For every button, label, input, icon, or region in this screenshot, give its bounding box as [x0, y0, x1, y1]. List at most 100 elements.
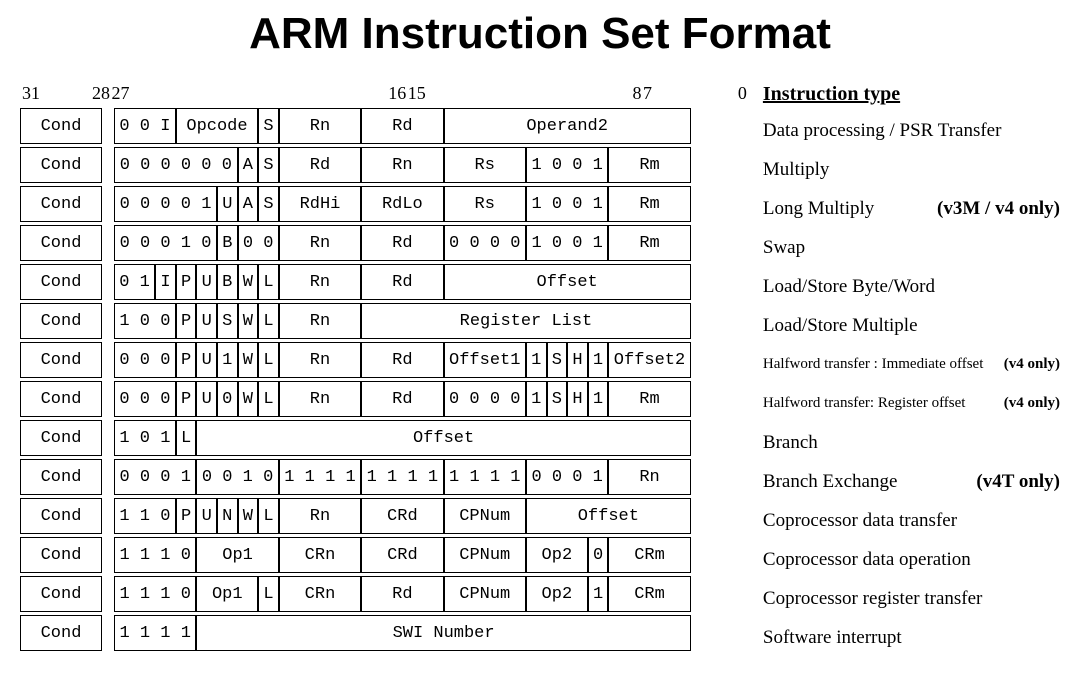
field-cell: 1: [588, 342, 609, 378]
field-cell: W: [238, 303, 259, 339]
field-cell: Opcode: [176, 108, 258, 144]
spacer: [102, 303, 114, 339]
field-cell: Cond: [20, 420, 102, 456]
field-cell: P: [176, 498, 197, 534]
field-cell: SWI Number: [196, 615, 690, 651]
instruction-type-label: Branch Exchange (v4T only): [763, 462, 1060, 501]
field-cell: 0 0 0 0: [444, 381, 526, 417]
field-cell: Rn: [279, 264, 361, 300]
instruction-row: Cond0 0 0 0 0 0ASRdRnRs1 0 0 1Rm: [20, 147, 753, 183]
field-cell: Rd: [361, 381, 443, 417]
instruction-type-label: Load/Store Byte/Word: [763, 267, 1060, 306]
spacer: [102, 459, 114, 495]
bit-header: 31 28 27 16 15 8 7 0: [20, 83, 753, 104]
field-cell: S: [547, 342, 568, 378]
instruction-type-text: Long Multiply: [763, 198, 874, 220]
field-cell: 0: [217, 381, 238, 417]
field-cell: 1: [217, 342, 238, 378]
field-cell: RdLo: [361, 186, 443, 222]
field-cell: Cond: [20, 342, 102, 378]
instruction-row: Cond1 0 1LOffset: [20, 420, 753, 456]
instruction-type-text: Data processing / PSR Transfer: [763, 120, 1002, 142]
field-cell: Rm: [608, 381, 690, 417]
instruction-row: Cond1 0 0PUSWLRnRegister List: [20, 303, 753, 339]
instruction-type-text: Halfword transfer : Immediate offset: [763, 356, 983, 373]
field-cell: 0 1: [114, 264, 155, 300]
instruction-row: Cond1 1 1 0Op1LCRnRdCPNumOp21CRm: [20, 576, 753, 612]
field-cell: Rn: [279, 498, 361, 534]
field-cell: P: [176, 303, 197, 339]
field-cell: Op2: [526, 576, 588, 612]
field-cell: Cond: [20, 303, 102, 339]
field-cell: 0 0 0 0 0 0: [114, 147, 238, 183]
field-cell: Operand2: [444, 108, 691, 144]
field-cell: 1: [588, 381, 609, 417]
field-cell: Offset: [196, 420, 690, 456]
field-cell: U: [196, 264, 217, 300]
field-cell: CRd: [361, 537, 443, 573]
field-cell: Rm: [608, 186, 690, 222]
field-cell: Op1: [196, 537, 278, 573]
field-cell: 1 1 0: [114, 498, 176, 534]
field-cell: 1 1 1 0: [114, 537, 196, 573]
instruction-type-label: Coprocessor data transfer: [763, 501, 1060, 540]
field-cell: 1 0 0 1: [526, 186, 608, 222]
field-cell: Cond: [20, 537, 102, 573]
field-cell: H: [567, 381, 588, 417]
field-cell: P: [176, 381, 197, 417]
field-cell: S: [258, 108, 279, 144]
field-cell: 1: [588, 576, 609, 612]
instruction-type-label: Swap: [763, 228, 1060, 267]
field-cell: U: [217, 186, 238, 222]
field-cell: 1 0 0 1: [526, 225, 608, 261]
field-cell: 1: [526, 381, 547, 417]
instruction-row: Cond0 0 0 0 1UASRdHiRdLoRs1 0 0 1Rm: [20, 186, 753, 222]
field-cell: U: [196, 381, 217, 417]
instruction-row: Cond0 0 0PU1WLRnRdOffset11SH1Offset2: [20, 342, 753, 378]
instruction-type-text: Multiply: [763, 159, 830, 181]
spacer: [102, 186, 114, 222]
instruction-row: Cond0 1IPUBWLRnRdOffset: [20, 264, 753, 300]
field-cell: Rn: [279, 381, 361, 417]
spacer: [102, 498, 114, 534]
field-cell: W: [238, 264, 259, 300]
field-cell: 0 0 0 0: [444, 225, 526, 261]
instruction-type-label: Data processing / PSR Transfer: [763, 111, 1060, 150]
field-cell: U: [196, 303, 217, 339]
instruction-type-note: (v4 only): [1004, 356, 1060, 373]
instruction-type-text: Load/Store Multiple: [763, 315, 918, 337]
field-cell: Cond: [20, 186, 102, 222]
spacer: [102, 147, 114, 183]
instruction-type-header: Instruction type: [763, 83, 1060, 109]
instruction-grid: 31 28 27 16 15 8 7 0 Cond0 0 IOpcodeSRnR…: [20, 83, 753, 651]
field-cell: Op2: [526, 537, 588, 573]
spacer: [102, 420, 114, 456]
instruction-type-text: Coprocessor register transfer: [763, 588, 982, 610]
page-title: ARM Instruction Set Format: [20, 9, 1060, 59]
field-cell: CRn: [279, 576, 361, 612]
field-cell: 0 0 0 1 0: [114, 225, 217, 261]
field-cell: Cond: [20, 264, 102, 300]
field-cell: W: [238, 342, 259, 378]
field-cell: Rn: [279, 108, 361, 144]
instruction-type-text: Load/Store Byte/Word: [763, 276, 935, 298]
field-cell: Rn: [279, 342, 361, 378]
instruction-type-label: Branch: [763, 423, 1060, 462]
field-cell: Rn: [608, 459, 690, 495]
field-cell: 1 0 1: [114, 420, 176, 456]
field-cell: Offset: [526, 498, 691, 534]
field-cell: L: [258, 342, 279, 378]
field-cell: CRn: [279, 537, 361, 573]
instruction-type-note: (v4T only): [976, 471, 1060, 493]
field-cell: 1 1 1 0: [114, 576, 196, 612]
spacer: [102, 537, 114, 573]
instruction-row: Cond1 1 0PUNWLRnCRdCPNumOffset: [20, 498, 753, 534]
field-cell: 0 0 0 1: [526, 459, 608, 495]
field-cell: S: [217, 303, 238, 339]
instruction-row: Cond0 0 0PU0WLRnRd0 0 0 01SH1Rm: [20, 381, 753, 417]
field-cell: 0 0 0 0 1: [114, 186, 217, 222]
field-cell: Cond: [20, 147, 102, 183]
bit-label-8-7: 8 7: [492, 83, 682, 104]
instruction-type-text: Branch Exchange: [763, 471, 898, 493]
field-cell: Cond: [20, 576, 102, 612]
